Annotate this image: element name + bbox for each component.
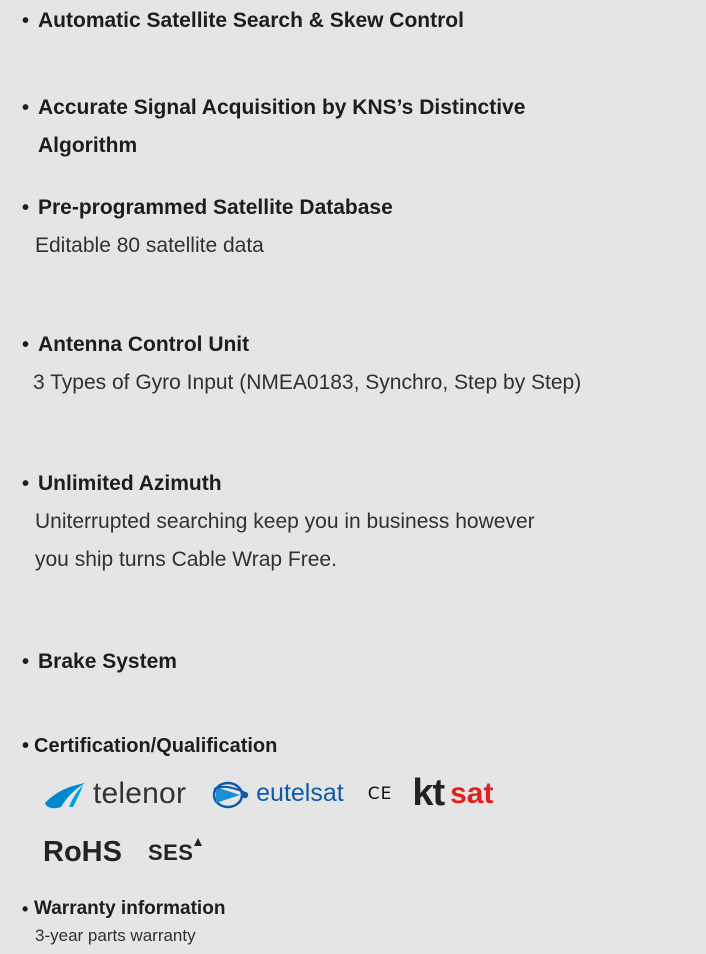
feature-title: • Accurate Signal Acquisition by KNS’s D… — [22, 89, 698, 165]
bullet-icon: • — [22, 97, 30, 119]
ses-text: SES — [147, 839, 194, 865]
feature-item: • Warranty information 3-year parts warr… — [22, 895, 698, 948]
bullet-icon: • — [22, 10, 30, 32]
feature-title: • Antenna Control Unit — [22, 326, 698, 364]
certification-logos-row-1: telenor eutelsat CE kt sat — [43, 772, 493, 815]
feature-title-text: Antenna Control Unit — [38, 333, 250, 356]
feature-title: • Warranty information — [22, 895, 698, 923]
eutelsat-logo: eutelsat — [210, 779, 344, 809]
feature-title-text: Pre-programmed Satellite Database — [38, 196, 393, 219]
feature-item: • Pre-programmed Satellite Database Edit… — [22, 189, 698, 265]
feature-item: • Brake System — [22, 643, 698, 681]
feature-title-text: Brake System — [38, 650, 177, 673]
certification-logos-row-2: RoHS SES — [43, 836, 203, 869]
bullet-icon: • — [22, 473, 30, 495]
feature-title: • Automatic Satellite Search & Skew Cont… — [22, 2, 698, 40]
feature-item: • Automatic Satellite Search & Skew Cont… — [22, 2, 698, 40]
kt-text: kt — [412, 772, 445, 814]
feature-title: • Brake System — [22, 643, 698, 681]
feature-detail: Editable 80 satellite data — [35, 234, 264, 257]
ses-triangle-icon — [194, 837, 203, 846]
ktsat-logo: kt sat — [412, 772, 493, 815]
bullet-icon: • — [22, 651, 30, 673]
eutelsat-text: eutelsat — [256, 779, 344, 807]
rohs-logo: RoHS — [43, 836, 122, 869]
feature-title: • Certification/Qualification — [22, 727, 698, 765]
feature-title: • Pre-programmed Satellite Database — [22, 189, 698, 227]
feature-title-line2: Algorithm — [38, 134, 138, 157]
feature-item: • Certification/Qualification — [22, 727, 698, 765]
feature-title-text: Automatic Satellite Search & Skew Contro… — [38, 9, 464, 32]
rohs-text: RoHS — [43, 836, 122, 868]
ses-logo: SES — [147, 837, 203, 866]
feature-item: • Antenna Control Unit 3 Types of Gyro I… — [22, 326, 698, 402]
sat-text: sat — [450, 776, 494, 810]
feature-item: • Unlimited Azimuth Uniterrupted searchi… — [22, 465, 698, 579]
ce-mark: CE — [368, 784, 393, 804]
feature-detail: 3 Types of Gyro Input (NMEA0183, Synchro… — [33, 371, 582, 394]
eutelsat-globe-icon — [212, 781, 249, 808]
bullet-icon: • — [22, 334, 30, 356]
bullet-icon: • — [22, 197, 30, 219]
telenor-swoosh-icon — [45, 782, 85, 808]
feature-title-text: Warranty information — [34, 898, 226, 919]
feature-title-text: Certification/Qualification — [34, 735, 278, 757]
feature-title-line1: Accurate Signal Acquisition by KNS’s Dis… — [38, 96, 526, 119]
feature-detail: Uniterrupted searching keep you in busin… — [35, 510, 535, 533]
bullet-icon: • — [22, 899, 29, 919]
telenor-text: telenor — [93, 776, 187, 810]
bullet-icon: • — [22, 735, 30, 757]
feature-title-text: Accurate Signal Acquisition by KNS’s Dis… — [38, 89, 525, 165]
feature-item: • Accurate Signal Acquisition by KNS’s D… — [22, 89, 698, 165]
ce-text: CE — [367, 783, 393, 804]
feature-detail: you ship turns Cable Wrap Free. — [35, 548, 337, 571]
feature-title-text: Unlimited Azimuth — [38, 472, 222, 495]
telenor-logo: telenor — [43, 777, 186, 811]
feature-title: • Unlimited Azimuth — [22, 465, 698, 503]
feature-detail: 3-year parts warranty — [35, 926, 196, 945]
